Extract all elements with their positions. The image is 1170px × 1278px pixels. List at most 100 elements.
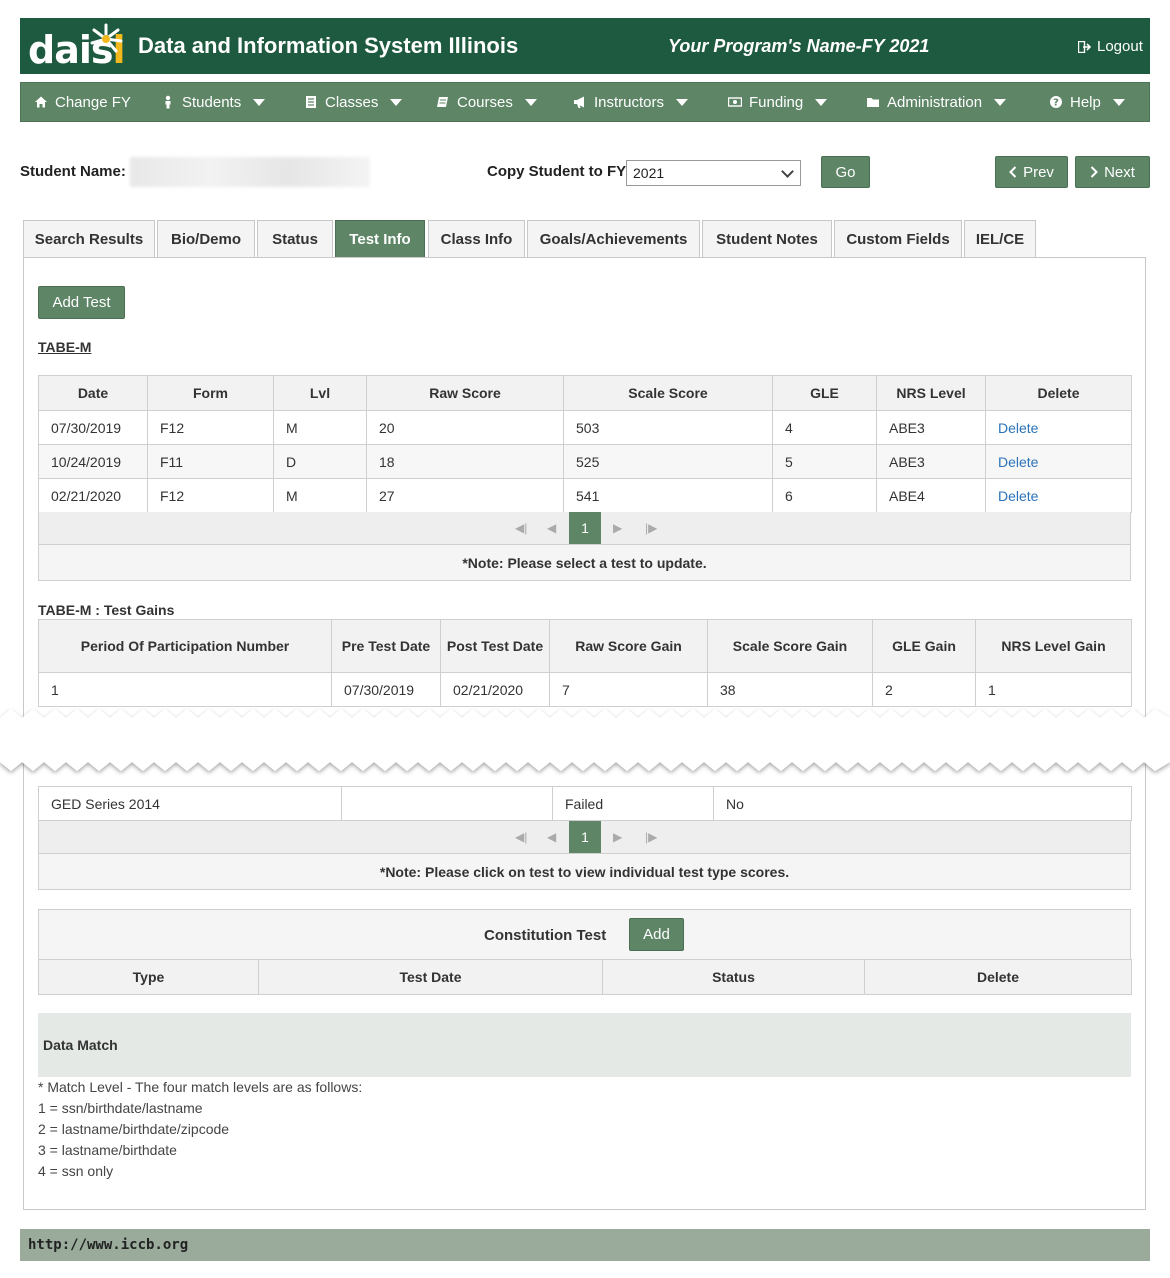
table-cell: 27 bbox=[366, 478, 564, 513]
nav-administration[interactable]: Administration bbox=[866, 83, 1007, 121]
chevron-down-icon bbox=[253, 98, 266, 106]
table-cell: GED Series 2014 bbox=[38, 786, 342, 821]
tab-class-info[interactable]: Class Info bbox=[428, 220, 525, 258]
table-cell: M bbox=[273, 478, 367, 513]
column-header: Delete bbox=[985, 375, 1132, 411]
table-row[interactable]: 02/21/2020 F12 M 27 541 6 ABE4 Delete bbox=[38, 478, 1132, 513]
gains-section-title: TABE-M : Test Gains bbox=[38, 602, 175, 618]
table-cell: 541 bbox=[563, 478, 773, 513]
table-cell: F11 bbox=[147, 444, 274, 479]
table-row[interactable]: GED Series 2014 Failed No bbox=[38, 786, 1132, 821]
table-cell: 07/30/2019 bbox=[38, 410, 148, 445]
tab-goals-achievements[interactable]: Goals/Achievements bbox=[527, 220, 700, 258]
table-cell: ABE3 bbox=[876, 444, 986, 479]
column-header: Post Test Date bbox=[440, 619, 550, 673]
table-cell bbox=[341, 786, 553, 821]
nav-funding[interactable]: Funding bbox=[728, 83, 828, 121]
first-page-icon[interactable]: ◀​| bbox=[515, 521, 527, 535]
first-page-icon[interactable]: ◀​| bbox=[515, 830, 527, 844]
page-button-active[interactable]: 1 bbox=[569, 512, 601, 544]
tab-student-notes[interactable]: Student Notes bbox=[702, 220, 832, 258]
logout-link[interactable]: Logout bbox=[1078, 38, 1143, 55]
column-header[interactable]: Scale Score bbox=[563, 375, 773, 411]
table-cell: Failed bbox=[552, 786, 714, 821]
next-button[interactable]: Next bbox=[1075, 156, 1150, 188]
nav-label: Funding bbox=[749, 93, 804, 111]
add-test-button[interactable]: Add Test bbox=[38, 286, 125, 319]
prev-page-icon[interactable]: ◀ bbox=[547, 521, 556, 535]
data-match-title: Data Match bbox=[43, 1037, 118, 1053]
prev-page-icon[interactable]: ◀ bbox=[547, 830, 556, 844]
column-header[interactable]: Lvl bbox=[273, 375, 367, 411]
nav-label: Classes bbox=[325, 93, 379, 111]
delete-link[interactable]: Delete bbox=[998, 454, 1038, 470]
logout-icon bbox=[1078, 40, 1091, 53]
last-page-icon[interactable]: |▶ bbox=[645, 521, 657, 535]
tab-bio-demo[interactable]: Bio/Demo bbox=[157, 220, 255, 258]
nav-change-fy[interactable]: Change FY bbox=[34, 83, 131, 121]
table-cell: M bbox=[273, 410, 367, 445]
delete-link[interactable]: Delete bbox=[998, 420, 1038, 436]
match-level-item: 1 = ssn/birthdate/lastname bbox=[38, 1100, 203, 1116]
column-header[interactable]: NRS Level bbox=[876, 375, 986, 411]
next-label: Next bbox=[1104, 163, 1135, 181]
table-cell: 503 bbox=[563, 410, 773, 445]
add-constitution-test-button[interactable]: Add bbox=[629, 918, 684, 951]
column-header: Scale Score Gain bbox=[707, 619, 873, 673]
table-cell: 02/21/2020 bbox=[38, 478, 148, 513]
tab-status[interactable]: Status bbox=[257, 220, 333, 258]
table-header-row: Period Of Participation Number Pre Test … bbox=[38, 619, 1132, 673]
footer-link[interactable]: http://www.iccb.org bbox=[28, 1237, 188, 1253]
column-header[interactable]: Raw Score bbox=[366, 375, 564, 411]
next-page-icon[interactable]: ▶ bbox=[613, 521, 622, 535]
ged-tests-table: GED Series 2014 Failed No bbox=[38, 786, 1132, 821]
table-cell: 18 bbox=[366, 444, 564, 479]
chevron-down-icon bbox=[524, 98, 537, 106]
chevron-down-icon bbox=[390, 98, 403, 106]
column-header: Delete bbox=[864, 959, 1132, 995]
column-header[interactable]: Form bbox=[147, 375, 274, 411]
tab-iel-ce[interactable]: IEL/CE bbox=[964, 220, 1036, 258]
svg-text:?: ? bbox=[1053, 98, 1059, 109]
tabe-section-title: TABE-M bbox=[38, 339, 92, 355]
chevron-left-icon bbox=[1009, 166, 1017, 178]
sunburst-icon bbox=[90, 23, 123, 53]
last-page-icon[interactable]: |▶ bbox=[645, 830, 657, 844]
tabe-pager: ◀​| ◀ 1 ▶ |▶ bbox=[38, 512, 1131, 545]
nav-instructors[interactable]: Instructors bbox=[573, 83, 689, 121]
app-header: daisi Data and Information System Illino… bbox=[20, 18, 1150, 74]
column-header: Raw Score Gain bbox=[549, 619, 708, 673]
column-header[interactable]: Date bbox=[38, 375, 148, 411]
nav-label: Administration bbox=[887, 93, 983, 111]
column-header: Status bbox=[602, 959, 865, 995]
go-button[interactable]: Go bbox=[821, 156, 870, 188]
main-nav: Change FY Students Classes Courses Instr… bbox=[20, 82, 1150, 122]
table-row[interactable]: 10/24/2019 F11 D 18 525 5 ABE3 Delete bbox=[38, 444, 1132, 479]
constitution-test-label: Constitution Test bbox=[484, 927, 607, 944]
fy-select[interactable]: 2021 bbox=[626, 160, 801, 186]
match-level-item: 2 = lastname/birthdate/zipcode bbox=[38, 1121, 230, 1137]
delete-link[interactable]: Delete bbox=[998, 488, 1038, 504]
match-level-item: 4 = ssn only bbox=[38, 1163, 114, 1179]
table-cell: F12 bbox=[147, 410, 274, 445]
megaphone-icon bbox=[574, 96, 584, 108]
nav-courses[interactable]: Courses bbox=[436, 83, 537, 121]
chevron-right-icon bbox=[1090, 166, 1098, 178]
page-button-active[interactable]: 1 bbox=[569, 821, 601, 853]
prev-button[interactable]: Prev bbox=[995, 156, 1068, 188]
table-cell: 4 bbox=[772, 410, 877, 445]
nav-students[interactable]: Students bbox=[161, 83, 266, 121]
nav-label: Change FY bbox=[55, 93, 131, 111]
tab-search-results[interactable]: Search Results bbox=[23, 220, 155, 258]
logout-label: Logout bbox=[1097, 38, 1143, 55]
table-cell: 10/24/2019 bbox=[38, 444, 148, 479]
nav-help[interactable]: ? Help bbox=[1049, 83, 1125, 121]
table-row[interactable]: 07/30/2019 F12 M 20 503 4 ABE3 Delete bbox=[38, 410, 1132, 445]
tab-custom-fields[interactable]: Custom Fields bbox=[834, 220, 962, 258]
column-header[interactable]: GLE bbox=[772, 375, 877, 411]
table-header-row: Date Form Lvl Raw Score Scale Score GLE … bbox=[38, 375, 1132, 411]
test-gains-table: Period Of Participation Number Pre Test … bbox=[38, 619, 1132, 707]
nav-classes[interactable]: Classes bbox=[304, 83, 403, 121]
tab-test-info[interactable]: Test Info bbox=[335, 220, 425, 258]
next-page-icon[interactable]: ▶ bbox=[613, 830, 622, 844]
